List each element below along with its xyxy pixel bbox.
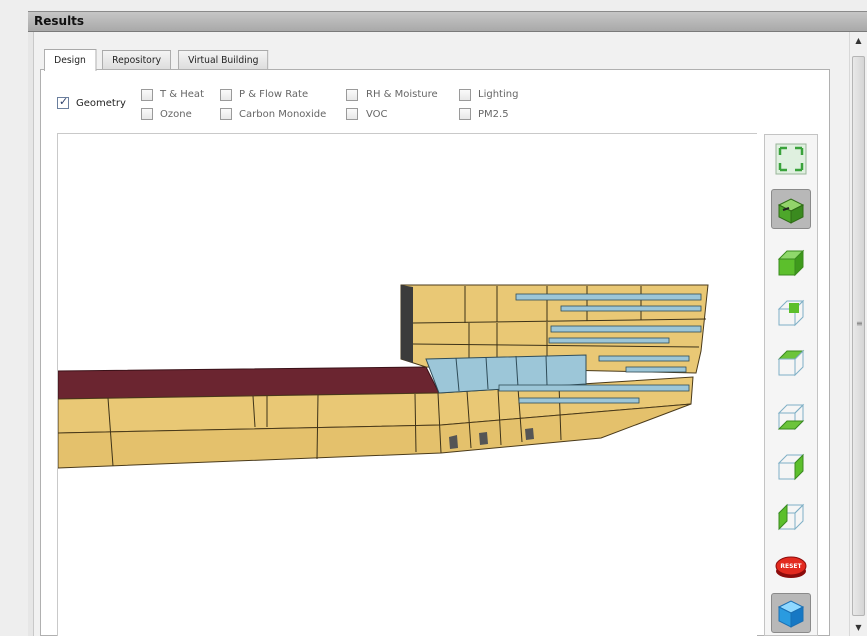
top-view-button[interactable] [771,293,811,333]
rh-moisture-checkbox[interactable] [346,89,358,101]
view-toolbar: RESET [764,134,818,636]
scroll-up-arrow-icon[interactable]: ▲ [850,32,867,49]
tab-design[interactable]: Design [44,49,97,71]
vertical-scrollbar[interactable]: ▲ ≡ ▼ [849,32,867,636]
ozone-label: Ozone [160,109,192,120]
voc-checkbox[interactable] [346,108,358,120]
reset-button-icon: RESET [775,556,807,578]
tab-repository[interactable]: Repository [101,50,171,70]
fit-view-button[interactable] [771,139,811,179]
reset-button[interactable]: RESET [771,545,811,585]
t-heat-label: T & Heat [160,89,204,100]
geometry-checkbox[interactable] [57,95,69,109]
building-model [58,284,709,469]
solid-cube-icon [777,600,805,628]
bottom-view-button[interactable] [771,343,811,383]
grip-icon: ≡ [856,319,863,328]
back-view-icon [777,453,805,481]
3d-viewport[interactable] [57,133,757,636]
svg-text:RESET: RESET [780,563,802,570]
front-view-icon [777,403,805,431]
tab-bar: Design Repository Virtual Building [44,48,277,71]
tab-virtual-building[interactable]: Virtual Building [177,50,269,70]
left-view-button[interactable] [771,497,811,537]
left-view-icon [777,503,805,531]
scroll-down-arrow-icon[interactable]: ▼ [850,619,867,636]
solid-view-button[interactable] [771,593,811,633]
p-flow-rate-checkbox[interactable] [220,89,232,101]
carbon-monoxide-checkbox[interactable] [220,108,232,120]
geometry-label: Geometry [76,98,126,109]
p-flow-rate-label: P & Flow Rate [239,89,309,100]
orbit-view-icon [777,198,805,224]
lighting-label: Lighting [478,89,519,100]
pm25-checkbox[interactable] [459,108,471,120]
back-view-button[interactable] [771,447,811,487]
rh-moisture-label: RH & Moisture [366,89,438,100]
iso-view-icon [777,249,805,277]
scrollbar-thumb[interactable]: ≡ [852,56,865,616]
carbon-monoxide-label: Carbon Monoxide [239,109,327,120]
front-view-button[interactable] [771,397,811,437]
lighting-checkbox[interactable] [459,89,471,101]
pm25-label: PM2.5 [478,109,509,120]
bottom-view-icon [777,349,805,377]
fit-view-icon [775,143,807,175]
top-view-icon [777,299,805,327]
iso-view-button[interactable] [771,243,811,283]
orbit-view-button[interactable] [771,189,811,229]
voc-label: VOC [366,109,388,120]
ozone-checkbox[interactable] [141,108,153,120]
results-panel-title: Results [28,11,867,32]
t-heat-checkbox[interactable] [141,89,153,101]
